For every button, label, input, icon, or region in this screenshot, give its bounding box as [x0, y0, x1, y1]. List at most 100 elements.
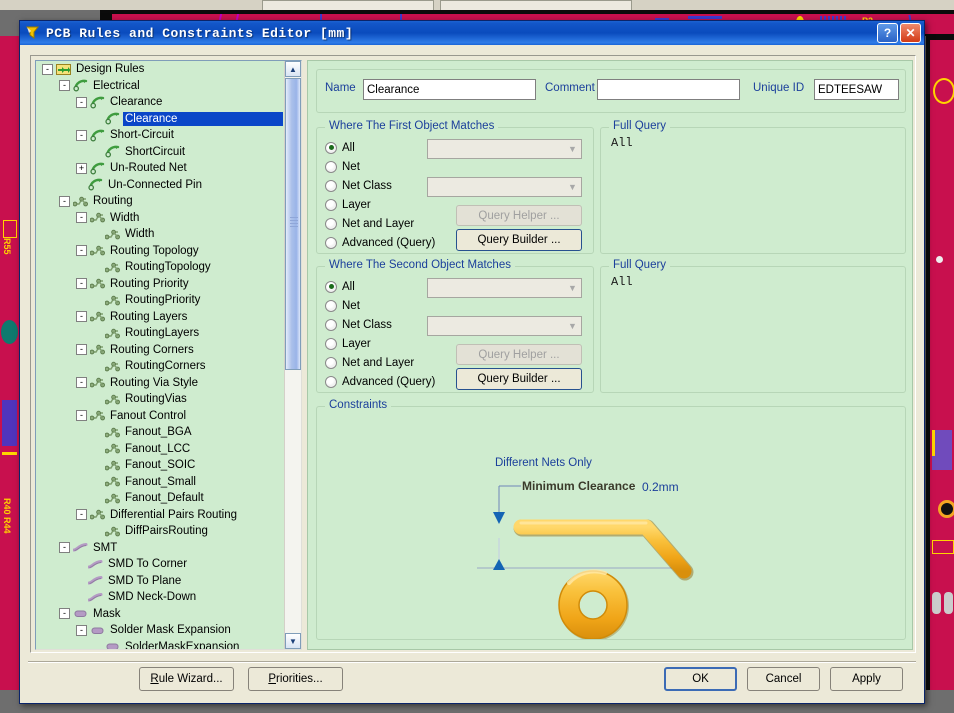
tree-item-diffpairsrouting[interactable]: DiffPairsRouting — [36, 523, 283, 540]
tree-expander-collapse-icon[interactable]: - — [59, 608, 70, 620]
priorities-button[interactable]: Priorities... — [248, 667, 343, 691]
tree-item-routing-via-style[interactable]: - Routing Via Style — [36, 375, 283, 392]
tree-item-routingvias[interactable]: RoutingVias — [36, 391, 283, 408]
rules-tree[interactable]: - Design Rules - Electrical - Clearance Cleara… — [36, 61, 283, 649]
first-object-full-query-text[interactable]: All — [611, 136, 633, 150]
tree-item-smd-neck-down[interactable]: SMD Neck-Down — [36, 589, 283, 606]
radio-icon[interactable] — [325, 217, 337, 230]
tree-item-fanout-lcc[interactable]: Fanout_LCC — [36, 441, 283, 458]
help-button[interactable]: ? — [877, 23, 898, 43]
scroll-up-icon[interactable]: ▲ — [285, 61, 301, 77]
tree-item-soldermaskexpansion[interactable]: SolderMaskExpansion — [36, 639, 283, 649]
tree-item-routingtopology[interactable]: RoutingTopology — [36, 259, 283, 276]
tree-item-routingcorners[interactable]: RoutingCorners — [36, 358, 283, 375]
tree-item-fanout-soic[interactable]: Fanout_SOIC — [36, 457, 283, 474]
tree-item-short-circuit[interactable]: - Short-Circuit — [36, 127, 283, 144]
chevron-down-icon[interactable]: ▼ — [564, 140, 581, 158]
second-object-net-combo[interactable]: ▼ — [427, 278, 582, 298]
tree-item-routingpriority[interactable]: RoutingPriority — [36, 292, 283, 309]
name-input[interactable]: Clearance — [363, 79, 536, 100]
radio-icon[interactable] — [325, 337, 337, 350]
tree-expander-collapse-icon[interactable]: - — [76, 311, 87, 323]
second-object-option-net-class[interactable]: Net Class — [325, 317, 392, 332]
tree-expander-collapse-icon[interactable]: - — [42, 63, 53, 75]
ok-button[interactable]: OK — [664, 667, 737, 691]
second-object-option-net-and-layer[interactable]: Net and Layer — [325, 355, 414, 370]
tree-expander-collapse-icon[interactable]: - — [59, 195, 70, 207]
second-object-full-query-text[interactable]: All — [611, 275, 633, 289]
tree-item-width[interactable]: Width — [36, 226, 283, 243]
tree-item-design-rules[interactable]: - Design Rules — [36, 61, 283, 78]
unique-id-input[interactable]: EDTEESAW — [814, 79, 899, 100]
tree-item-routinglayers[interactable]: RoutingLayers — [36, 325, 283, 342]
tree-item-fanout-bga[interactable]: Fanout_BGA — [36, 424, 283, 441]
radio-icon[interactable] — [325, 141, 337, 154]
tree-item-routing-layers[interactable]: - Routing Layers — [36, 309, 283, 326]
radio-icon[interactable] — [325, 179, 337, 192]
tree-item-smd-to-corner[interactable]: SMD To Corner — [36, 556, 283, 573]
tree-expander-expand-icon[interactable]: + — [76, 162, 87, 174]
tree-expander-collapse-icon[interactable]: - — [76, 410, 87, 422]
tree-item-clearance[interactable]: Clearance — [36, 111, 283, 128]
tree-expander-collapse-icon[interactable]: - — [76, 96, 87, 108]
radio-icon[interactable] — [325, 299, 337, 312]
first-object-net-combo[interactable]: ▼ — [427, 139, 582, 159]
tree-item-fanout-default[interactable]: Fanout_Default — [36, 490, 283, 507]
first-object-option-layer[interactable]: Layer — [325, 197, 371, 212]
tree-expander-collapse-icon[interactable]: - — [76, 212, 87, 224]
tree-item-electrical[interactable]: - Electrical — [36, 78, 283, 95]
tree-item-fanout-control[interactable]: - Fanout Control — [36, 408, 283, 425]
dialog-titlebar[interactable]: PCB Rules and Constraints Editor [mm] ? … — [20, 21, 924, 45]
apply-button[interactable]: Apply — [830, 667, 903, 691]
tree-item-routing-topology[interactable]: - Routing Topology — [36, 243, 283, 260]
tree-expander-collapse-icon[interactable]: - — [76, 245, 87, 257]
tree-expander-collapse-icon[interactable]: - — [59, 542, 70, 554]
second-object-option-layer[interactable]: Layer — [325, 336, 371, 351]
tree-expander-collapse-icon[interactable]: - — [76, 624, 87, 636]
radio-icon[interactable] — [325, 198, 337, 211]
tree-item-mask[interactable]: - Mask — [36, 606, 283, 623]
rules-tree-panel[interactable]: - Design Rules - Electrical - Clearance Cleara… — [35, 60, 302, 650]
tree-expander-collapse-icon[interactable]: - — [76, 509, 87, 521]
tree-item-un-routed-net[interactable]: + Un-Routed Net — [36, 160, 283, 177]
chevron-down-icon[interactable]: ▼ — [564, 279, 581, 297]
first-object-option-net-and-layer[interactable]: Net and Layer — [325, 216, 414, 231]
second-object-query-helper-button[interactable]: Query Helper ... — [456, 344, 582, 365]
tree-expander-collapse-icon[interactable]: - — [76, 129, 87, 141]
comment-input[interactable] — [597, 79, 740, 100]
tree-expander-collapse-icon[interactable]: - — [76, 344, 87, 356]
radio-icon[interactable] — [325, 280, 337, 293]
radio-icon[interactable] — [325, 160, 337, 173]
tree-item-differential-pairs-routing[interactable]: - Differential Pairs Routing — [36, 507, 283, 524]
second-object-query-builder-button[interactable]: Query Builder ... — [456, 368, 582, 390]
tree-item-fanout-small[interactable]: Fanout_Small — [36, 474, 283, 491]
tree-item-clearance[interactable]: - Clearance — [36, 94, 283, 111]
tree-scrollbar[interactable]: ▲ ▼ — [284, 61, 301, 649]
tree-expander-collapse-icon[interactable]: - — [76, 377, 87, 389]
first-object-netclass-combo[interactable]: ▼ — [427, 177, 582, 197]
close-button[interactable]: ✕ — [900, 23, 921, 43]
tree-item-routing-priority[interactable]: - Routing Priority — [36, 276, 283, 293]
chevron-down-icon[interactable]: ▼ — [564, 178, 581, 196]
tree-item-un-connected-pin[interactable]: Un-Connected Pin — [36, 177, 283, 194]
second-object-netclass-combo[interactable]: ▼ — [427, 316, 582, 336]
scrollbar-thumb[interactable] — [285, 78, 301, 370]
second-object-option-advanced-query[interactable]: Advanced (Query) — [325, 374, 435, 389]
radio-icon[interactable] — [325, 375, 337, 388]
tree-item-routing-corners[interactable]: - Routing Corners — [36, 342, 283, 359]
first-object-option-all[interactable]: All — [325, 140, 355, 155]
tree-item-routing[interactable]: - Routing — [36, 193, 283, 210]
first-object-query-builder-button[interactable]: Query Builder ... — [456, 229, 582, 251]
second-object-option-all[interactable]: All — [325, 279, 355, 294]
chevron-down-icon[interactable]: ▼ — [564, 317, 581, 335]
rule-wizard-button[interactable]: Rule Wizard... — [139, 667, 234, 691]
second-object-option-net[interactable]: Net — [325, 298, 360, 313]
tree-expander-collapse-icon[interactable]: - — [59, 80, 70, 92]
tree-item-solder-mask-expansion[interactable]: - Solder Mask Expansion — [36, 622, 283, 639]
radio-icon[interactable] — [325, 318, 337, 331]
tree-item-smd-to-plane[interactable]: SMD To Plane — [36, 573, 283, 590]
first-object-option-net-class[interactable]: Net Class — [325, 178, 392, 193]
cancel-button[interactable]: Cancel — [747, 667, 820, 691]
tree-item-smt[interactable]: - SMT — [36, 540, 283, 557]
scroll-down-icon[interactable]: ▼ — [285, 633, 301, 649]
